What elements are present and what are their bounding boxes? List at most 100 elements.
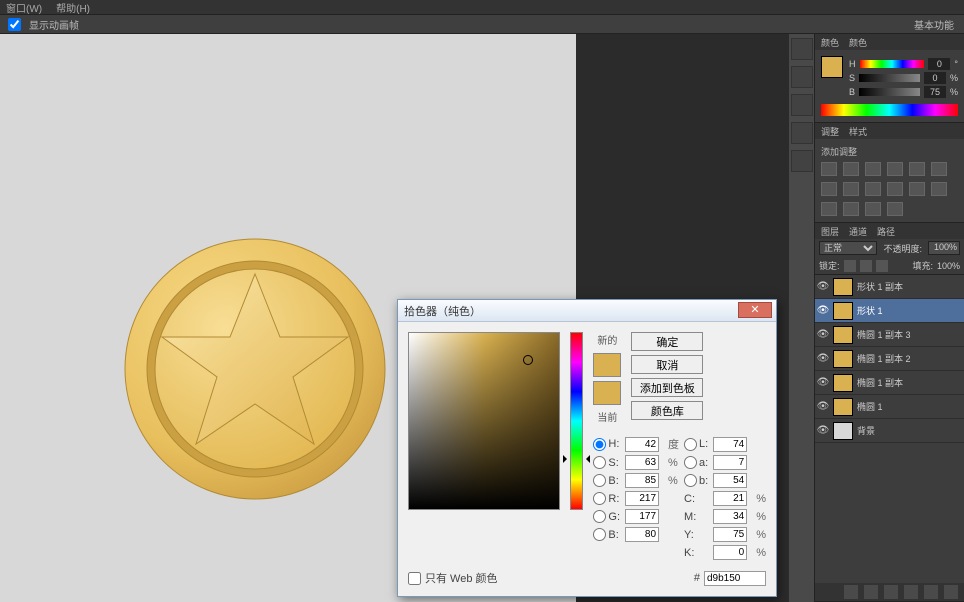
color-slider[interactable] [860,60,925,68]
collapsed-panel-icon[interactable] [791,38,813,60]
layer-row[interactable]: 👁形状 1 [815,299,964,323]
visibility-icon[interactable]: 👁 [817,425,829,437]
opacity-value[interactable]: 100% [928,241,960,255]
layer-name[interactable]: 椭圆 1 副本 [857,376,962,389]
adjustment-icon[interactable] [865,162,881,176]
b-input[interactable] [713,473,747,488]
hue-slider-thumb[interactable] [565,455,589,463]
layer-thumbnail[interactable] [833,398,853,416]
layer-name[interactable]: 椭圆 1 副本 2 [857,352,962,365]
canvas-area[interactable]: 拾色器（纯色） ✕ 新的 [0,34,788,602]
panel-tab[interactable]: 通道 [849,225,867,238]
close-icon[interactable]: ✕ [738,302,772,318]
dialog-titlebar[interactable]: 拾色器（纯色） ✕ [398,300,776,322]
adjustment-icon[interactable] [865,202,881,216]
y-input[interactable] [713,527,747,542]
layer-row[interactable]: 👁 椭圆 1 副本 2 [815,347,964,371]
layer-row[interactable]: 👁椭圆 1 [815,395,964,419]
visibility-icon[interactable]: 👁 [817,281,829,293]
a-input[interactable] [713,455,747,470]
sat-radio[interactable] [593,456,606,469]
workspace-label[interactable]: 基本功能 [914,17,954,32]
g-radio[interactable] [593,510,606,523]
menubar[interactable]: 窗口(W) 帮助(H) [0,0,964,14]
adjustment-icon[interactable] [821,182,837,196]
hue-radio[interactable] [593,438,606,451]
new-layer-icon[interactable] [924,585,938,599]
bch-input[interactable] [625,527,659,542]
layer-name[interactable]: 形状 1 [857,304,962,317]
color-slider[interactable] [859,74,920,82]
lock-all-icon[interactable] [876,260,888,272]
layer-thumbnail[interactable] [833,374,853,392]
visibility-icon[interactable]: 👁 [817,353,829,365]
color-libs-button[interactable]: 颜色库 [631,401,703,420]
layer-row[interactable]: 👁 椭圆 1 副本 [815,371,964,395]
panel-tab[interactable]: 路径 [877,225,895,238]
r-radio[interactable] [593,492,606,505]
cancel-button[interactable]: 取消 [631,355,703,374]
k-input[interactable] [713,545,747,560]
menu-item[interactable]: 帮助(H) [56,0,90,15]
panel-tab[interactable]: 调整 [821,125,839,138]
blend-mode-select[interactable]: 正常 [819,241,877,255]
layer-thumbnail[interactable] [833,326,853,344]
color-slider[interactable] [859,88,920,96]
current-color-swatch[interactable] [593,381,621,405]
menu-item[interactable]: 窗口(W) [6,0,42,15]
layer-thumbnail[interactable] [833,302,853,320]
trash-icon[interactable] [944,585,958,599]
g-input[interactable] [625,509,659,524]
adjustment-icon[interactable] [909,162,925,176]
bri-input[interactable] [625,473,659,488]
color-field-cursor[interactable] [523,355,533,365]
layer-thumbnail[interactable] [833,278,853,296]
panel-tab[interactable]: 颜色 [821,36,839,49]
sat-input[interactable] [625,455,659,470]
hue-input[interactable] [625,437,659,452]
collapsed-panel-icon[interactable] [791,150,813,172]
layer-row[interactable]: 👁椭圆 1 副本 3 [815,323,964,347]
fg-color-swatch[interactable] [821,56,843,78]
web-colors-checkbox[interactable]: 只有 Web 颜色 [408,570,498,586]
hue-strip[interactable] [821,104,958,116]
collapsed-tool-panel[interactable] [788,34,814,602]
adjustment-icon[interactable] [843,162,859,176]
adjustment-icon[interactable] [887,202,903,216]
add-swatch-button[interactable]: 添加到色板 [631,378,703,397]
layer-thumbnail[interactable] [833,422,853,440]
ok-button[interactable]: 确定 [631,332,703,351]
panel-tab[interactable]: 颜色 [849,36,867,49]
hue-slider[interactable] [570,332,584,510]
adjustment-layer-icon[interactable] [884,585,898,599]
l-input[interactable] [713,437,747,452]
collapsed-panel-icon[interactable] [791,94,813,116]
bch-radio[interactable] [593,528,606,541]
adjustment-icon[interactable] [931,182,947,196]
panel-tab[interactable]: 图层 [821,225,839,238]
layer-name[interactable]: 椭圆 1 [857,400,962,413]
group-icon[interactable] [904,585,918,599]
layer-name[interactable]: 背景 [857,424,962,437]
adjustment-icon[interactable] [865,182,881,196]
show-anim-checkbox[interactable] [8,18,21,31]
bri-radio[interactable] [593,474,606,487]
lock-pixels-icon[interactable] [844,260,856,272]
m-input[interactable] [713,509,747,524]
lock-position-icon[interactable] [860,260,872,272]
adjustment-icon[interactable] [931,162,947,176]
slider-value[interactable]: 0 [928,58,950,70]
adjustment-icon[interactable] [821,202,837,216]
color-picker-dialog[interactable]: 拾色器（纯色） ✕ 新的 [397,299,777,597]
panel-tab[interactable]: 样式 [849,125,867,138]
adjustment-icon[interactable] [887,162,903,176]
adjustment-icon[interactable] [843,202,859,216]
layer-row[interactable]: 👁形状 1 副本 [815,275,964,299]
a-radio[interactable] [684,456,697,469]
color-field[interactable] [408,332,560,510]
visibility-icon[interactable]: 👁 [817,377,829,389]
layer-row[interactable]: 👁 背景 [815,419,964,443]
new-color-swatch[interactable] [593,353,621,377]
adjustment-icon[interactable] [843,182,859,196]
b-radio[interactable] [684,474,697,487]
